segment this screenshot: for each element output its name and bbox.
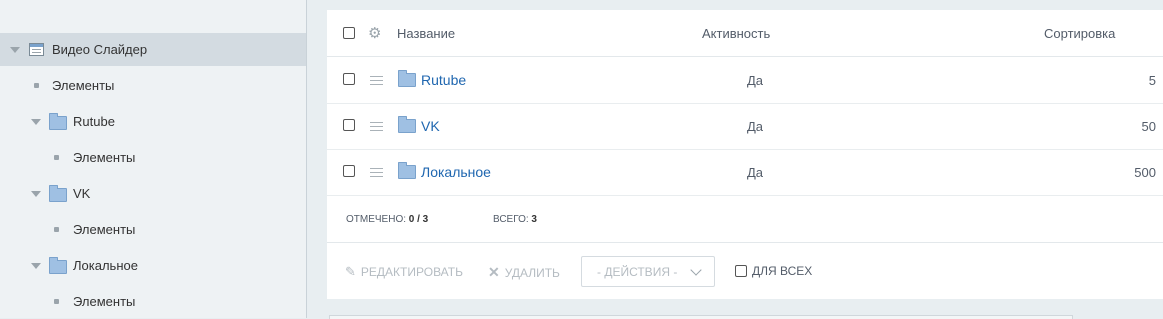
folder-icon (49, 113, 67, 130)
tree-item-label: Элементы (52, 78, 115, 93)
chevron-down-icon[interactable] (31, 191, 41, 197)
row-checkbox[interactable] (343, 119, 355, 131)
folder-icon (398, 116, 416, 133)
row-sort-value: 5 (1148, 73, 1156, 88)
actions-dropdown-value: - ДЕЙСТВИЯ - (597, 265, 678, 279)
column-header-name[interactable]: Название (397, 26, 455, 41)
tree-item-label: VK (73, 186, 91, 201)
folder-icon (49, 185, 67, 202)
drag-handle-icon[interactable] (370, 76, 383, 77)
close-icon: ✕ (488, 264, 500, 280)
select-all-checkbox[interactable] (343, 27, 355, 39)
row-name-link[interactable]: VK (421, 118, 440, 134)
row-sort-value: 50 (1141, 119, 1156, 134)
edit-label: РЕДАКТИРОВАТЬ (360, 265, 463, 279)
drag-handle-icon[interactable] (370, 168, 383, 169)
tree-item-elements-vk[interactable]: Элементы (0, 213, 306, 246)
iblock-icon (29, 43, 44, 56)
bullet-icon (54, 227, 59, 232)
tree-item-label: Видео Слайдер (52, 42, 148, 57)
delete-label: УДАЛИТЬ (504, 265, 560, 280)
tree-item-label: Rutube (73, 114, 115, 129)
total-value: 3 (531, 214, 537, 225)
for-all-toggle[interactable]: ДЛЯ ВСЕХ (735, 264, 812, 278)
action-bar: ✎ РЕДАКТИРОВАТЬ ✕ УДАЛИТЬ - ДЕЙСТВИЯ - Д… (327, 243, 1163, 299)
row-checkbox[interactable] (343, 73, 355, 85)
bullet-icon (54, 155, 59, 160)
folder-icon (49, 257, 67, 274)
gear-icon[interactable]: ⚙ (368, 24, 381, 42)
row-name-link[interactable]: Rutube (421, 72, 466, 88)
bullet-icon (54, 299, 59, 304)
total-count: ВСЕГО: 3 (493, 214, 537, 225)
row-name-link[interactable]: Локальное (421, 164, 491, 180)
table-row[interactable]: Rutube Да 5 (327, 57, 1163, 104)
table-row[interactable]: VK Да 50 (327, 103, 1163, 150)
row-active-value: Да (747, 73, 764, 88)
tree-item-label: Локальное (73, 258, 138, 273)
table-row[interactable]: Локальное Да 500 (327, 149, 1163, 196)
tree-item-rutube[interactable]: Rutube (0, 105, 306, 138)
tree-item-local[interactable]: Локальное (0, 249, 306, 282)
row-sort-value: 500 (1134, 165, 1156, 180)
chevron-down-icon[interactable] (31, 119, 41, 125)
tree-item-label: Элементы (73, 150, 136, 165)
chevron-down-icon[interactable] (31, 263, 41, 269)
tree-item-elements-rutube[interactable]: Элементы (0, 141, 306, 174)
drag-handle-icon[interactable] (370, 122, 383, 123)
tree-item-elements-local[interactable]: Элементы (0, 285, 306, 318)
table-header: ⚙ Название Активность Сортировка (327, 10, 1163, 57)
for-all-label: ДЛЯ ВСЕХ (752, 264, 813, 278)
pencil-icon: ✎ (345, 264, 356, 279)
sidebar-tree: Видео Слайдер Элементы Rutube Элементы V… (0, 0, 307, 318)
tree-item-label: Элементы (73, 222, 136, 237)
row-checkbox[interactable] (343, 165, 355, 177)
checked-count: ОТМЕЧЕНО: 0 / 3 (346, 214, 428, 225)
actions-dropdown[interactable]: - ДЕЙСТВИЯ - (581, 256, 715, 287)
tree-item-label: Элементы (73, 294, 136, 309)
tree-item-video-slider[interactable]: Видео Слайдер (0, 33, 306, 66)
for-all-checkbox[interactable] (735, 265, 747, 277)
checked-value: 0 / 3 (408, 214, 429, 225)
row-active-value: Да (747, 119, 764, 134)
list-panel: ⚙ Название Активность Сортировка Rutube … (327, 10, 1163, 299)
next-panel-edge (329, 315, 1073, 319)
folder-icon (398, 162, 416, 179)
selection-stats: ОТМЕЧЕНО: 0 / 3 ВСЕГО: 3 (327, 196, 1163, 243)
folder-icon (398, 70, 416, 87)
edit-button[interactable]: ✎ РЕДАКТИРОВАТЬ (345, 264, 463, 280)
chevron-down-icon (690, 264, 702, 276)
checked-label: ОТМЕЧЕНО: (346, 214, 406, 225)
tree-item-vk[interactable]: VK (0, 177, 306, 210)
column-header-sort[interactable]: Сортировка (1044, 26, 1115, 41)
bullet-icon (34, 83, 39, 88)
row-active-value: Да (747, 165, 764, 180)
total-label: ВСЕГО: (493, 214, 529, 225)
delete-button[interactable]: ✕ УДАЛИТЬ (488, 264, 560, 281)
chevron-down-icon[interactable] (10, 47, 20, 53)
column-header-active[interactable]: Активность (702, 26, 770, 41)
tree-item-elements-root[interactable]: Элементы (0, 69, 306, 102)
